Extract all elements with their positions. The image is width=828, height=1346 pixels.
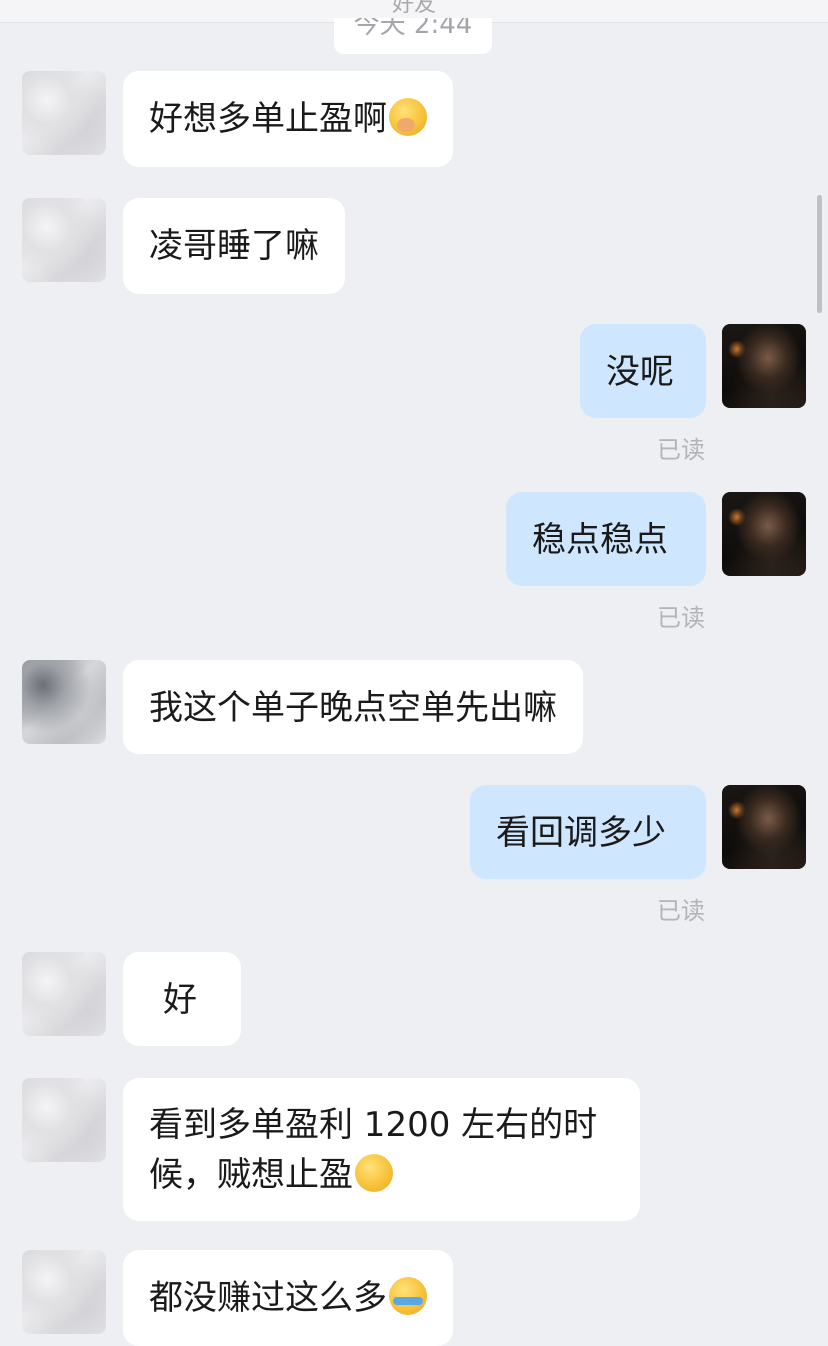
my-avatar[interactable] xyxy=(722,492,806,576)
my-avatar[interactable] xyxy=(722,324,806,408)
scrollbar[interactable] xyxy=(817,195,822,313)
read-status: 已读 xyxy=(657,436,705,464)
message-text: 没呢 xyxy=(606,352,674,392)
message-bubble-outgoing[interactable]: 看回调多少 xyxy=(470,785,706,879)
read-status: 已读 xyxy=(657,897,705,925)
message-text: 好 xyxy=(163,980,197,1020)
message-bubble-incoming[interactable]: 我这个单子晚点空单先出嘛 xyxy=(123,660,583,754)
message-bubble-incoming[interactable]: 好 xyxy=(123,952,241,1046)
message-bubble-incoming[interactable]: 看到多单盈利 1200 左右的时候，贼想止盈 xyxy=(123,1078,640,1221)
friend-avatar[interactable] xyxy=(22,1250,106,1334)
message-text: 凌哥睡了嘛 xyxy=(149,226,319,266)
friend-avatar[interactable] xyxy=(22,1078,106,1162)
message-text: 好想多单止盈啊 xyxy=(149,99,387,139)
friend-avatar[interactable] xyxy=(22,71,106,155)
smirk-face-emoji-icon xyxy=(389,98,427,136)
read-status: 已读 xyxy=(657,604,705,632)
message-bubble-outgoing[interactable]: 稳点稳点 xyxy=(506,492,706,586)
timestamp-text: 今天 2:44 xyxy=(353,18,473,40)
friend-avatar[interactable] xyxy=(22,952,106,1036)
chat-title: 好友 xyxy=(391,0,436,17)
message-bubble-incoming[interactable]: 都没赚过这么多 xyxy=(123,1250,453,1346)
message-text: 我这个单子晚点空单先出嘛 xyxy=(149,688,557,728)
message-bubble-outgoing[interactable]: 没呢 xyxy=(580,324,706,418)
message-bubble-incoming[interactable]: 好想多单止盈啊 xyxy=(123,71,453,167)
message-text: 稳点稳点 xyxy=(532,520,668,560)
friend-avatar[interactable] xyxy=(22,660,106,744)
friend-avatar[interactable] xyxy=(22,198,106,282)
message-text: 都没赚过这么多 xyxy=(149,1278,387,1318)
timestamp-pill: 今天 2:44 xyxy=(334,18,492,54)
tears-of-joy-emoji-icon xyxy=(355,1154,393,1192)
my-avatar[interactable] xyxy=(722,785,806,869)
message-bubble-incoming[interactable]: 凌哥睡了嘛 xyxy=(123,198,345,294)
message-text: 看回调多少 xyxy=(496,813,666,853)
crying-face-emoji-icon xyxy=(389,1277,427,1315)
